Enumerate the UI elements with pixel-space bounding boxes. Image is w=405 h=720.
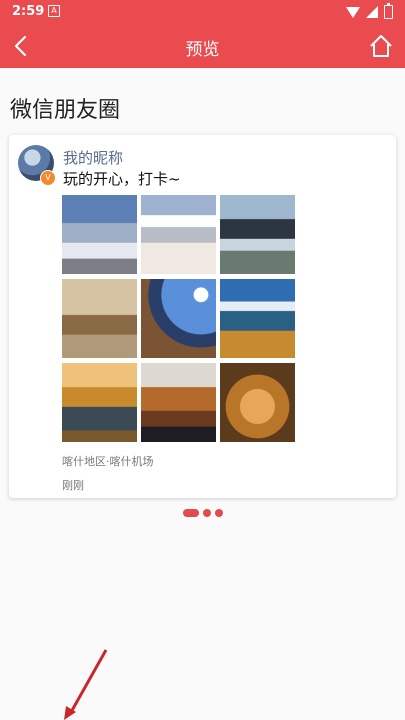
photo-grid — [62, 195, 296, 443]
page-dot-1[interactable] — [183, 509, 199, 517]
status-time: 2:59 — [12, 4, 45, 19]
photo-blue-lake[interactable] — [220, 279, 295, 358]
signal-icon — [366, 6, 378, 18]
page-dot-3[interactable] — [215, 509, 223, 517]
nickname[interactable]: 我的昵称 — [63, 147, 123, 168]
post-location[interactable]: 喀什地区·喀什机场 — [62, 453, 154, 469]
photo-skewers[interactable] — [141, 363, 216, 442]
photo-autumn-trees[interactable] — [62, 363, 137, 442]
photo-sunburst-village[interactable] — [141, 279, 216, 358]
verified-badge-icon: V — [40, 170, 56, 186]
battery-icon — [384, 3, 393, 19]
post-text: 玩的开心，打卡~ — [63, 170, 181, 188]
annotation-arrow-icon — [64, 649, 108, 720]
post-time: 刚刚 — [62, 479, 84, 492]
home-icon — [370, 35, 392, 57]
status-icons — [346, 3, 393, 19]
notification-icon: A — [48, 5, 60, 17]
wifi-icon — [346, 6, 360, 18]
section-title: 微信朋友圈 — [10, 98, 121, 123]
photo-fried-dish[interactable] — [220, 363, 295, 442]
home-button[interactable] — [365, 30, 397, 62]
photo-mountain-lake[interactable] — [220, 195, 295, 274]
app-bar: 预览 — [0, 24, 405, 68]
page-title: 预览 — [185, 40, 220, 60]
page-dot-2[interactable] — [203, 509, 211, 517]
moments-post-card: V 我的昵称 玩的开心，打卡~ 喀什地区·喀什机场 刚刚 — [9, 135, 396, 498]
photo-snowy-hills[interactable] — [141, 195, 216, 274]
photo-snow-mountains[interactable] — [62, 195, 137, 274]
photo-old-cart[interactable] — [62, 279, 137, 358]
avatar[interactable]: V — [18, 145, 56, 186]
page-indicator — [183, 509, 223, 517]
status-bar: 2:59 A — [0, 0, 405, 24]
